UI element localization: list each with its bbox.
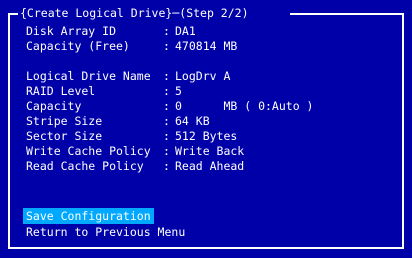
save-configuration-button[interactable]: Save Configuration xyxy=(23,208,154,224)
setting-row-write-cache-policy[interactable]: Write Cache Policy: Write Back xyxy=(26,144,244,159)
field-value[interactable]: Write Back xyxy=(175,144,244,158)
field-value[interactable]: 512 Bytes xyxy=(175,129,237,143)
field-label: Capacity xyxy=(26,99,82,113)
field-separator: : xyxy=(163,69,170,83)
setting-row-stripe-size[interactable]: Stripe Size:64 KB xyxy=(26,114,210,129)
setting-row-raid-level[interactable]: RAID Level:5 xyxy=(26,84,182,99)
dialog-title-text: {Create Logical Drive} xyxy=(20,6,173,20)
field-value[interactable]: 64 KB xyxy=(175,114,210,128)
setting-row-read-cache-policy[interactable]: Read Cache Policy: Read Ahead xyxy=(26,159,244,174)
field-separator: : xyxy=(163,159,170,173)
field-label: Read Cache Policy xyxy=(26,159,144,173)
info-row-disk-array-id: Disk Array ID: DA1 xyxy=(26,24,196,39)
return-to-previous-menu-button[interactable]: Return to Previous Menu xyxy=(23,224,188,240)
field-separator: : xyxy=(163,114,170,128)
field-value: DA1 xyxy=(175,24,196,38)
info-row-capacity-free: Capacity (Free):470814 MB xyxy=(26,39,237,54)
field-label: Write Cache Policy xyxy=(26,144,151,158)
field-separator: : xyxy=(163,99,170,113)
field-label: Disk Array ID xyxy=(26,24,117,38)
field-separator: : xyxy=(163,84,170,98)
setting-row-sector-size[interactable]: Sector Size:512 Bytes xyxy=(26,129,237,144)
setting-row-capacity[interactable]: Capacity:0 MB ( 0:Auto ) xyxy=(26,99,313,114)
dialog-title: {Create Logical Drive}─(Step 2/2) xyxy=(18,4,251,22)
field-value[interactable]: LogDrv A xyxy=(175,69,230,83)
frame-top-border-right xyxy=(290,13,404,15)
field-label: Stripe Size xyxy=(26,114,103,128)
field-value[interactable]: Read Ahead xyxy=(175,159,244,173)
field-label: Capacity (Free) xyxy=(26,39,130,53)
bios-setup-screen: {Create Logical Drive}─(Step 2/2) Disk A… xyxy=(0,0,412,258)
step-indicator: (Step 2/2) xyxy=(179,6,249,20)
field-separator: : xyxy=(163,39,170,53)
field-separator: : xyxy=(163,24,170,38)
field-label: Sector Size xyxy=(26,129,103,143)
field-value: 470814 MB xyxy=(175,39,238,53)
field-label: RAID Level xyxy=(26,84,96,98)
field-value[interactable]: 0 MB ( 0:Auto ) xyxy=(175,99,313,113)
field-separator: : xyxy=(163,129,170,143)
field-label: Logical Drive Name xyxy=(26,69,151,83)
setting-row-logical-drive-name[interactable]: Logical Drive Name: LogDrv A xyxy=(26,69,230,84)
field-separator: : xyxy=(163,144,170,158)
field-value[interactable]: 5 xyxy=(175,84,182,98)
frame-top-border-left xyxy=(8,13,18,15)
